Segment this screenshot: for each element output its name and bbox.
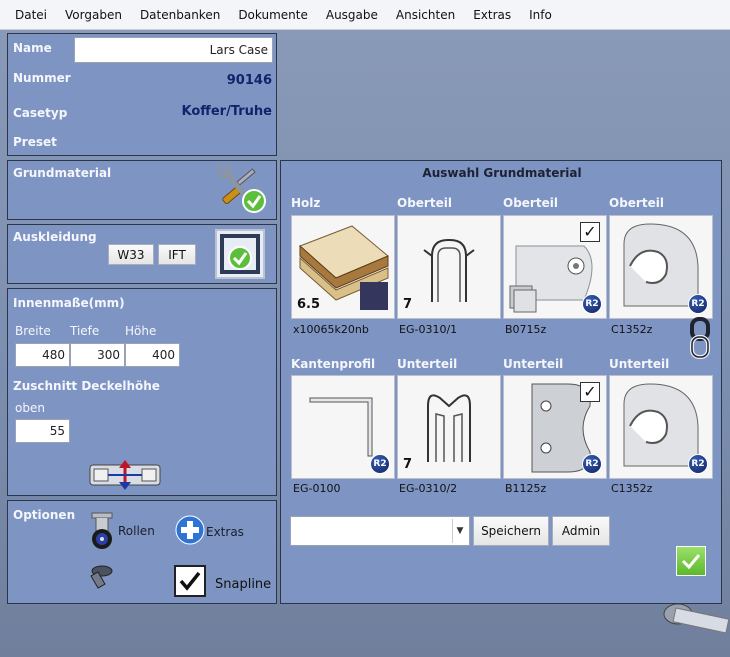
r2-badge-icon: R2 <box>688 454 708 474</box>
ift-button[interactable]: IFT <box>158 244 196 265</box>
tile-caption: B1125z <box>505 482 547 495</box>
menu-bar: Datei Vorgaben Datenbanken Dokumente Aus… <box>0 0 730 30</box>
tools-icon[interactable] <box>216 165 268 215</box>
caster-wheel-icon[interactable] <box>86 511 118 551</box>
oben-input[interactable]: 55 <box>15 419 70 443</box>
material-tile-c1352z-unterteil[interactable]: R2 <box>609 375 713 479</box>
breite-input[interactable]: 480 <box>15 343 70 367</box>
material-tile-eg-0100[interactable]: R2 <box>291 375 395 479</box>
menu-datenbanken[interactable]: Datenbanken <box>131 8 229 22</box>
screw-icon[interactable] <box>86 563 114 591</box>
tiefe-input[interactable]: 300 <box>70 343 125 367</box>
material-tile-holz[interactable]: 6.5 <box>291 215 395 319</box>
tile-caption: x10065k20nb <box>293 323 369 336</box>
auswahl-title: Auswahl Grundmaterial <box>422 166 582 180</box>
r2-badge-icon: R2 <box>688 294 708 314</box>
chevron-down-icon[interactable]: ▼ <box>452 519 467 543</box>
w33-button[interactable]: W33 <box>108 244 154 265</box>
material-tile-b1125z[interactable]: ✓ R2 <box>503 375 607 479</box>
casetyp-value: Koffer/Truhe <box>181 104 272 119</box>
r2-badge-icon: R2 <box>582 294 602 314</box>
nummer-label: Nummer <box>13 71 71 85</box>
snapline-checkbox[interactable] <box>174 565 206 597</box>
optionen-title: Optionen <box>13 508 76 522</box>
menu-vorgaben[interactable]: Vorgaben <box>56 8 131 22</box>
extras-label[interactable]: Extras <box>206 525 244 539</box>
case-info-panel: Name Lars Case Nummer 90146 Casetyp Koff… <box>7 33 277 156</box>
accept-icon[interactable] <box>676 546 706 576</box>
grundmaterial-title: Grundmaterial <box>13 166 112 180</box>
checkmark-icon <box>681 554 701 570</box>
r2-badge-icon: R2 <box>582 454 602 474</box>
tile-caption: EG-0310/2 <box>399 482 458 495</box>
material-tile-eg-0310-1[interactable]: 7 <box>397 215 501 319</box>
background-model-icon <box>663 603 730 634</box>
tile-title: Holz <box>291 196 321 210</box>
tile-title: Unterteil <box>397 357 458 371</box>
tile-caption: EG-0100 <box>293 482 341 495</box>
grundmaterial-panel: Grundmaterial <box>7 160 277 220</box>
innenmasse-panel: Innenmaße(mm) Breite Tiefe Höhe 480 300 … <box>7 288 277 496</box>
tile-caption: C1352z <box>611 323 653 336</box>
lining-accept-icon[interactable] <box>214 228 266 280</box>
selected-checkbox[interactable]: ✓ <box>580 222 600 242</box>
name-input[interactable]: Lars Case <box>74 37 273 63</box>
casetyp-label: Casetyp <box>13 106 68 120</box>
chain-link-icon[interactable] <box>688 317 712 359</box>
nummer-value: 90146 <box>226 73 272 88</box>
oben-label: oben <box>15 401 45 415</box>
menu-extras[interactable]: Extras <box>464 8 520 22</box>
hoehe-input[interactable]: 400 <box>125 343 180 367</box>
tile-title: Oberteil <box>397 196 452 210</box>
thickness-value: 7 <box>403 297 413 312</box>
plus-extras-icon[interactable] <box>175 515 205 545</box>
auswahl-panel: Auswahl Grundmaterial Holz Oberteil Ober… <box>280 160 722 604</box>
preset-label: Preset <box>13 135 57 149</box>
breite-label: Breite <box>15 324 51 338</box>
menu-ansichten[interactable]: Ansichten <box>387 8 464 22</box>
zuschnitt-title: Zuschnitt Deckelhöhe <box>13 379 160 393</box>
lid-split-icon[interactable] <box>88 459 162 491</box>
preset-select[interactable]: ▼ <box>290 516 470 546</box>
menu-info[interactable]: Info <box>520 8 561 22</box>
tile-title: Unterteil <box>503 357 564 371</box>
tile-title: Oberteil <box>609 196 664 210</box>
save-button[interactable]: Speichern <box>473 516 549 546</box>
rollen-label[interactable]: Rollen <box>118 524 155 538</box>
admin-button[interactable]: Admin <box>552 516 610 546</box>
r2-badge-icon: R2 <box>370 454 390 474</box>
profile-omega-icon <box>427 394 471 462</box>
profile-omega-icon <box>423 239 475 302</box>
menu-dokumente[interactable]: Dokumente <box>229 8 317 22</box>
material-tile-c1352z[interactable]: R2 <box>609 215 713 319</box>
tile-title: Kantenprofil <box>291 357 376 371</box>
tile-caption: C1352z <box>611 482 653 495</box>
snapline-label[interactable]: Snapline <box>215 577 271 592</box>
thickness-value: 6.5 <box>297 297 321 312</box>
hoehe-label: Höhe <box>125 324 157 338</box>
material-tile-b0715z[interactable]: ✓ R2 <box>503 215 607 319</box>
selected-checkbox[interactable]: ✓ <box>580 382 600 402</box>
auskleidung-panel: Auskleidung W33 IFT <box>7 224 277 284</box>
tile-caption: B0715z <box>505 323 547 336</box>
auskleidung-title: Auskleidung <box>13 230 97 244</box>
thickness-value: 7 <box>403 457 413 472</box>
name-label: Name <box>13 41 52 55</box>
checkmark-icon <box>179 571 201 591</box>
tile-title: Unterteil <box>609 357 670 371</box>
tile-caption: EG-0310/1 <box>399 323 458 336</box>
tile-title: Oberteil <box>503 196 558 210</box>
optionen-panel: Optionen Rollen Extras Snapline <box>7 500 277 604</box>
tiefe-label: Tiefe <box>70 324 100 338</box>
innenmasse-title: Innenmaße(mm) <box>13 296 125 310</box>
menu-ausgabe[interactable]: Ausgabe <box>317 8 387 22</box>
menu-datei[interactable]: Datei <box>6 8 56 22</box>
material-tile-eg-0310-2[interactable]: 7 <box>397 375 501 479</box>
